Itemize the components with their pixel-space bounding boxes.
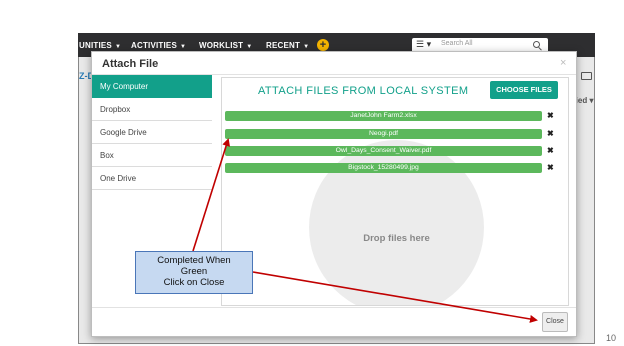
drop-zone-label: Drop files here xyxy=(363,233,430,244)
search-icon[interactable] xyxy=(533,41,540,48)
caret-down-icon: ▼ xyxy=(303,44,310,50)
close-icon[interactable]: × xyxy=(560,57,566,69)
search-placeholder: Search All xyxy=(441,40,473,47)
add-plus-icon[interactable]: + xyxy=(317,39,329,51)
upload-heading: ATTACH FILES FROM LOCAL SYSTEM xyxy=(258,85,469,97)
nav-item-label: RECENT xyxy=(266,41,301,50)
dialog-title: Attach File xyxy=(102,58,159,70)
divider xyxy=(92,307,576,308)
file-progress-bar: Owl_Days_Consent_Waiver.pdf xyxy=(225,146,542,156)
remove-file-icon[interactable]: ✖ xyxy=(547,129,554,139)
caret-down-icon: ▼ xyxy=(114,44,122,50)
source-item-box[interactable]: Box xyxy=(92,144,212,167)
nav-item-activities[interactable]: ACTIVITIES ▼ xyxy=(131,41,186,50)
search-scope-menu-icon[interactable]: ☰ ▾ xyxy=(416,39,431,50)
callout-line: Green xyxy=(180,266,208,277)
nav-item-recent[interactable]: RECENT ▼ xyxy=(266,41,309,50)
remove-file-icon[interactable]: ✖ xyxy=(547,163,554,173)
source-item-my-computer[interactable]: My Computer xyxy=(92,75,212,98)
attach-file-dialog: Attach File × My Computer Dropbox Google… xyxy=(91,51,577,337)
upload-panel: Drop files here ATTACH FILES FROM LOCAL … xyxy=(221,77,569,306)
slide: UNITIES ▼ ACTIVITIES ▼ WORKLIST ▼ RECENT ▼ +… xyxy=(0,0,624,346)
source-item-dropbox[interactable]: Dropbox xyxy=(92,98,212,121)
file-progress-bar: Bigstock_15280499.jpg xyxy=(225,163,542,173)
caret-down-icon: ▼ xyxy=(180,44,187,50)
nav-item-worklist[interactable]: WORKLIST ▼ xyxy=(199,41,252,50)
source-item-one-drive[interactable]: One Drive xyxy=(92,167,212,190)
slide-page-number: 10 xyxy=(606,333,617,343)
instruction-callout: Completed When Green Click on Close xyxy=(135,251,253,294)
folder-icon xyxy=(581,72,592,80)
file-progress-bar: Neogi.pdf xyxy=(225,129,542,139)
choose-files-button[interactable]: CHOOSE FILES xyxy=(490,81,558,99)
nav-item-label: UNITIES xyxy=(79,41,112,50)
close-button[interactable]: Close xyxy=(542,312,568,332)
callout-line: Completed When xyxy=(157,255,231,266)
nav-item-opportunities[interactable]: UNITIES ▼ xyxy=(79,41,121,50)
file-progress-bar: JanetJohn Farm2.xlsx xyxy=(225,111,542,121)
nav-item-label: ACTIVITIES xyxy=(131,41,178,50)
nav-item-label: WORKLIST xyxy=(199,41,244,50)
remove-file-icon[interactable]: ✖ xyxy=(547,111,554,121)
callout-line: Click on Close xyxy=(163,277,225,288)
source-item-google-drive[interactable]: Google Drive xyxy=(92,121,212,144)
remove-file-icon[interactable]: ✖ xyxy=(547,146,554,156)
caret-down-icon: ▼ xyxy=(246,44,253,50)
source-list: My Computer Dropbox Google Drive Box One… xyxy=(92,75,212,190)
